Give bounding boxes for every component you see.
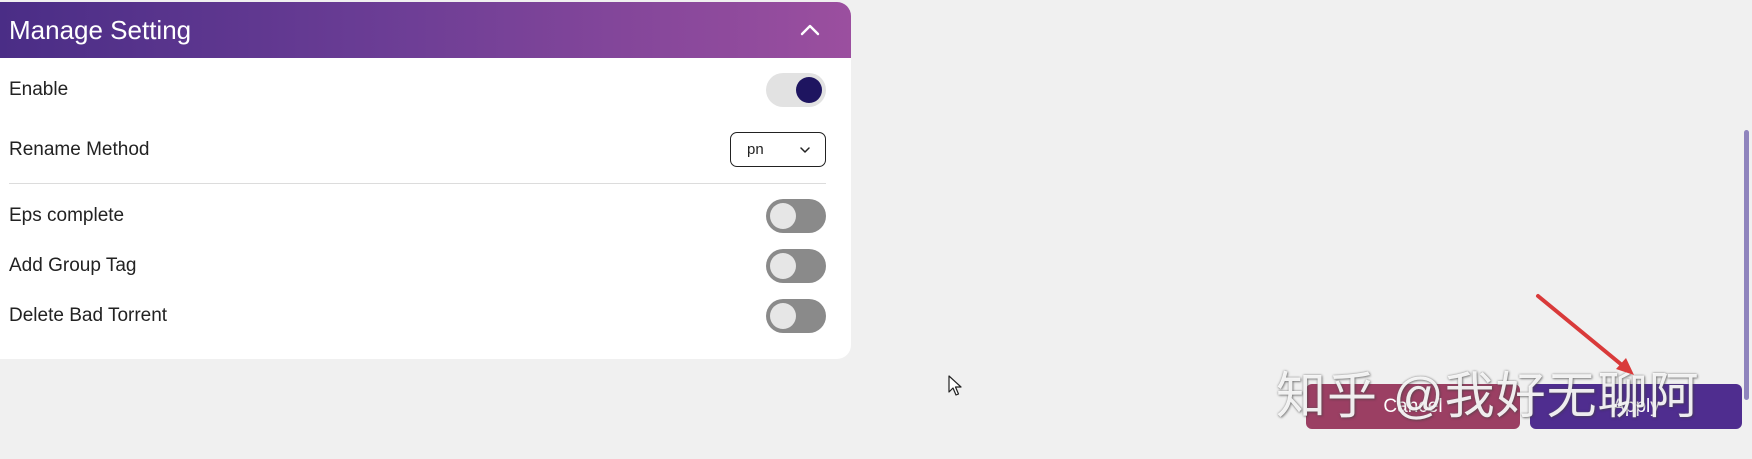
setting-row-delete-bad-torrent: Delete Bad Torrent <box>9 299 826 333</box>
chevron-up-icon[interactable] <box>793 13 827 47</box>
setting-row-eps-complete: Eps complete <box>9 199 826 233</box>
rename-method-label: Rename Method <box>9 138 150 160</box>
eps-complete-label: Eps complete <box>9 205 125 226</box>
toggle-knob <box>796 77 822 103</box>
red-arrow-annotation-icon <box>1536 294 1634 375</box>
setting-row-enable: Enable <box>9 73 826 107</box>
rename-method-value: pn <box>747 141 764 158</box>
panel-header[interactable]: Manage Setting <box>0 2 851 58</box>
eps-complete-toggle[interactable] <box>766 199 826 233</box>
settings-page: Manage Setting Enable Rename Method pn E… <box>0 0 1752 459</box>
vertical-scrollbar[interactable] <box>1744 130 1749 400</box>
toggle-knob <box>770 253 796 279</box>
enable-label: Enable <box>9 79 69 100</box>
setting-row-rename-method: Rename Method pn <box>9 132 826 167</box>
setting-row-add-group-tag: Add Group Tag <box>9 249 826 283</box>
rename-method-select[interactable]: pn <box>730 132 826 167</box>
delete-bad-torrent-toggle[interactable] <box>766 299 826 333</box>
panel-title: Manage Setting <box>9 14 192 45</box>
chevron-down-icon <box>800 146 810 153</box>
manage-setting-panel: Manage Setting Enable Rename Method pn E… <box>0 2 851 359</box>
delete-bad-torrent-label: Delete Bad Torrent <box>9 305 168 326</box>
enable-toggle[interactable] <box>766 73 826 107</box>
section-divider <box>9 183 826 184</box>
add-group-tag-label: Add Group Tag <box>9 255 137 276</box>
add-group-tag-toggle[interactable] <box>766 249 826 283</box>
mouse-cursor-icon <box>948 375 962 396</box>
toggle-knob <box>770 303 796 329</box>
toggle-knob <box>770 203 796 229</box>
